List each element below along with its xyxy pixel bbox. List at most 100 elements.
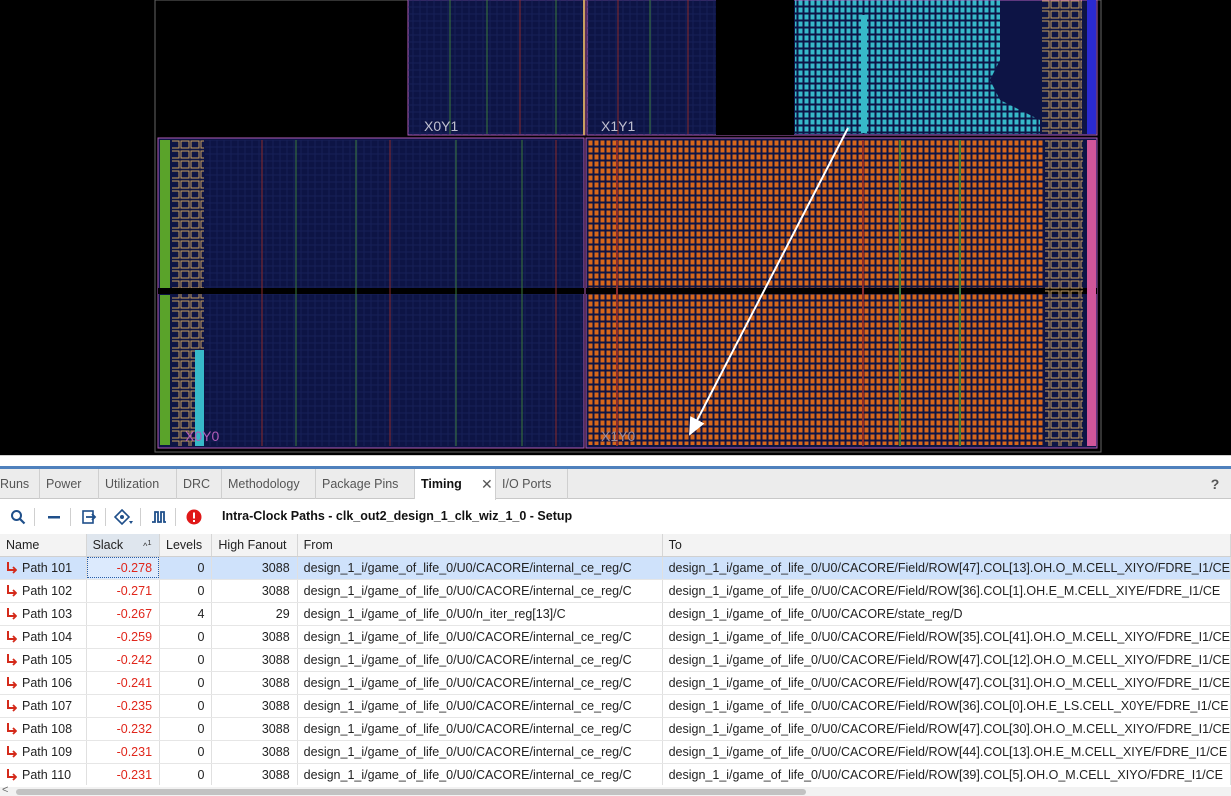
slack-cell[interactable]: -0.267 [86, 602, 161, 626]
tab-utilization[interactable]: Utilization [99, 469, 177, 499]
to-cell[interactable]: design_1_i/game_of_life_0/U0/CACORE/Fiel… [662, 579, 1231, 603]
column-header-levels[interactable]: Levels [159, 534, 213, 557]
levels-cell[interactable]: 0 [159, 671, 213, 695]
levels-cell[interactable]: 0 [159, 556, 213, 580]
path-name-cell[interactable]: Path 102 [0, 579, 87, 603]
from-cell[interactable]: design_1_i/game_of_life_0/U0/CACORE/inte… [297, 740, 663, 764]
high-fanout-cell[interactable]: 29 [211, 602, 298, 626]
from-cell[interactable]: design_1_i/game_of_life_0/U0/CACORE/inte… [297, 648, 663, 672]
slack-cell[interactable]: -0.231 [86, 763, 161, 785]
from-cell[interactable]: design_1_i/game_of_life_0/U0/CACORE/inte… [297, 625, 663, 649]
table-row[interactable]: Path 102 -0.271 0 3088 design_1_i/game_of_li… [0, 579, 1231, 603]
high-fanout-cell[interactable]: 3088 [211, 740, 298, 764]
slack-cell[interactable]: -0.271 [86, 579, 161, 603]
high-fanout-cell[interactable]: 3088 [211, 694, 298, 718]
tab-io-ports[interactable]: I/O Ports [496, 469, 568, 499]
levels-cell[interactable]: 0 [159, 740, 213, 764]
column-header-to[interactable]: To [662, 534, 1231, 557]
slack-cell[interactable]: -0.241 [86, 671, 161, 695]
slack-cell[interactable]: -0.259 [86, 625, 161, 649]
tab-package-pins[interactable]: Package Pins [316, 469, 415, 499]
to-cell[interactable]: design_1_i/game_of_life_0/U0/CACORE/Fiel… [662, 625, 1231, 649]
column-header-high-fanout[interactable]: High Fanout [211, 534, 298, 557]
table-row[interactable]: Path 105 -0.242 0 3088 design_1_i/game_of_li… [0, 648, 1231, 672]
timing-path-icon [6, 653, 18, 666]
waveform-icon[interactable] [147, 505, 171, 529]
tab-methodology[interactable]: Methodology [222, 469, 316, 499]
path-name-label: Path 107 [22, 698, 73, 713]
path-name-cell[interactable]: Path 106 [0, 671, 87, 695]
high-fanout-cell[interactable]: 3088 [211, 556, 298, 580]
path-name-cell[interactable]: Path 107 [0, 694, 87, 718]
table-row[interactable]: Path 107 -0.235 0 3088 design_1_i/game_of_li… [0, 694, 1231, 718]
to-cell[interactable]: design_1_i/game_of_life_0/U0/CACORE/Fiel… [662, 763, 1231, 785]
to-cell[interactable]: design_1_i/game_of_life_0/U0/CACORE/Fiel… [662, 671, 1231, 695]
path-name-cell[interactable]: Path 103 [0, 602, 87, 626]
levels-cell[interactable]: 4 [159, 602, 213, 626]
path-name-cell[interactable]: Path 109 [0, 740, 87, 764]
levels-cell[interactable]: 0 [159, 763, 213, 785]
device-view[interactable]: X0Y1 X1Y1 X0Y0 X1Y0 [0, 0, 1231, 455]
collapse-icon[interactable] [42, 505, 66, 529]
to-cell[interactable]: design_1_i/game_of_life_0/U0/CACORE/Fiel… [662, 694, 1231, 718]
export-icon[interactable] [77, 505, 101, 529]
path-name-cell[interactable]: Path 108 [0, 717, 87, 741]
levels-cell[interactable]: 0 [159, 648, 213, 672]
column-header-slack[interactable]: Slack ^1 [86, 534, 161, 557]
table-row[interactable]: Path 109 -0.231 0 3088 design_1_i/game_of_li… [0, 740, 1231, 764]
slack-cell[interactable]: -0.278 [86, 556, 161, 580]
to-cell[interactable]: design_1_i/game_of_life_0/U0/CACORE/Fiel… [662, 740, 1231, 764]
path-name-cell[interactable]: Path 110 [0, 763, 87, 785]
high-fanout-cell[interactable]: 3088 [211, 671, 298, 695]
high-fanout-cell[interactable]: 3088 [211, 717, 298, 741]
to-cell[interactable]: design_1_i/game_of_life_0/U0/CACORE/Fiel… [662, 556, 1231, 580]
tab-drc[interactable]: DRC [177, 469, 222, 499]
from-cell[interactable]: design_1_i/game_of_life_0/U0/CACORE/inte… [297, 717, 663, 741]
slack-cell[interactable]: -0.232 [86, 717, 161, 741]
slack-cell[interactable]: -0.242 [86, 648, 161, 672]
schematic-icon[interactable] [112, 505, 136, 529]
levels-cell[interactable]: 0 [159, 717, 213, 741]
help-icon[interactable]: ? [1205, 469, 1225, 499]
device-canvas[interactable]: X0Y1 X1Y1 X0Y0 X1Y0 [0, 0, 1231, 455]
close-icon[interactable]: ✕ [481, 469, 493, 499]
table-row[interactable]: Path 103 -0.267 4 29 design_1_i/game_of_life… [0, 602, 1231, 626]
column-header-name[interactable]: Name [0, 534, 87, 557]
table-row[interactable]: Path 108 -0.232 0 3088 design_1_i/game_of_li… [0, 717, 1231, 741]
levels-cell[interactable]: 0 [159, 579, 213, 603]
from-cell[interactable]: design_1_i/game_of_life_0/U0/CACORE/inte… [297, 671, 663, 695]
from-cell[interactable]: design_1_i/game_of_life_0/U0/CACORE/inte… [297, 556, 663, 580]
table-row[interactable]: Path 101 -0.278 0 3088 design_1_i/game_of_li… [0, 556, 1231, 580]
scroll-left-icon[interactable]: < [2, 784, 8, 796]
scrollbar-thumb[interactable] [16, 789, 806, 795]
tab-power[interactable]: Power [40, 469, 99, 499]
to-cell[interactable]: design_1_i/game_of_life_0/U0/CACORE/Fiel… [662, 648, 1231, 672]
high-fanout-cell[interactable]: 3088 [211, 579, 298, 603]
tab-runs[interactable]: Runs [0, 469, 40, 499]
slack-cell[interactable]: -0.235 [86, 694, 161, 718]
path-name-cell[interactable]: Path 104 [0, 625, 87, 649]
high-fanout-cell[interactable]: 3088 [211, 763, 298, 785]
tab-timing[interactable]: Timing ✕ [415, 469, 496, 500]
levels-cell[interactable]: 0 [159, 694, 213, 718]
high-fanout-cell[interactable]: 3088 [211, 625, 298, 649]
region-label-x1y0: X1Y0 [601, 428, 635, 444]
table-row[interactable]: Path 106 -0.241 0 3088 design_1_i/game_of_li… [0, 671, 1231, 695]
search-icon[interactable] [6, 505, 30, 529]
from-cell[interactable]: design_1_i/game_of_life_0/U0/CACORE/inte… [297, 694, 663, 718]
from-cell[interactable]: design_1_i/game_of_life_0/U0/CACORE/inte… [297, 763, 663, 785]
path-name-cell[interactable]: Path 105 [0, 648, 87, 672]
table-row[interactable]: Path 104 -0.259 0 3088 design_1_i/game_of_li… [0, 625, 1231, 649]
path-name-label: Path 108 [22, 721, 73, 736]
error-icon[interactable] [182, 505, 206, 529]
to-cell[interactable]: design_1_i/game_of_life_0/U0/CACORE/Fiel… [662, 717, 1231, 741]
to-cell[interactable]: design_1_i/game_of_life_0/U0/CACORE/stat… [662, 602, 1231, 626]
table-row[interactable]: Path 110 -0.231 0 3088 design_1_i/game_of_li… [0, 763, 1231, 785]
levels-cell[interactable]: 0 [159, 625, 213, 649]
column-header-from[interactable]: From [297, 534, 663, 557]
high-fanout-cell[interactable]: 3088 [211, 648, 298, 672]
from-cell[interactable]: design_1_i/game_of_life_0/U0/CACORE/inte… [297, 579, 663, 603]
slack-cell[interactable]: -0.231 [86, 740, 161, 764]
from-cell[interactable]: design_1_i/game_of_life_0/U0/n_iter_reg[… [297, 602, 663, 626]
path-name-cell[interactable]: Path 101 [0, 556, 87, 580]
